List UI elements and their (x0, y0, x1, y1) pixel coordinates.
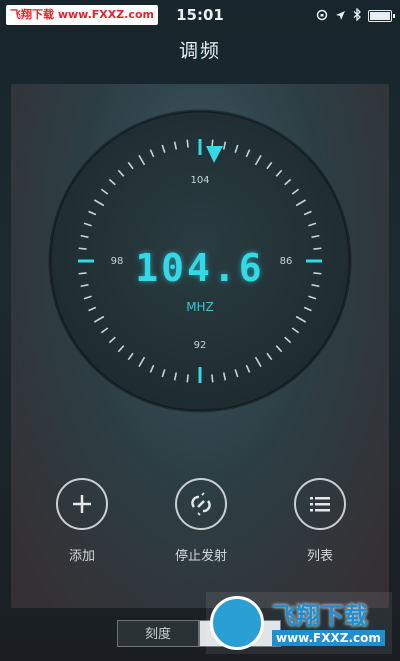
broken-link-icon (191, 492, 211, 516)
site-watermark: 飞翔下载 www.FXXZ.com (206, 592, 392, 654)
watermark-brand: 飞翔下载 (272, 602, 368, 630)
stop-transmit-label: 停止发射 (174, 549, 227, 564)
plus-icon (73, 495, 91, 513)
list-icon (310, 497, 330, 512)
list-circle[interactable] (294, 478, 346, 530)
frequency-unit: MHZ (186, 300, 214, 314)
list-button[interactable]: 列表 (280, 478, 360, 564)
dial-tick (186, 139, 189, 148)
add-label: 添加 (68, 549, 95, 564)
add-button[interactable]: 添加 (42, 478, 122, 564)
add-circle[interactable] (56, 478, 108, 530)
dial-tick (186, 374, 189, 383)
dial-label-bottom: 92 (193, 340, 207, 351)
frequency-value: 104.6 (135, 246, 265, 290)
tab-scale[interactable]: 刻度 (117, 620, 199, 647)
watermark-logo-icon (210, 596, 264, 650)
list-label: 列表 (306, 549, 333, 564)
watermark-url: www.FXXZ.com (272, 630, 385, 646)
phone-screen: 飞翔下载 www.FXXZ.com 15:01 调频 104 92 98 86 … (0, 0, 400, 661)
frequency-display: 104.6 (0, 246, 400, 290)
dial-label-top: 104 (190, 175, 210, 186)
dial-tick (211, 374, 214, 383)
stop-transmit-circle[interactable] (175, 478, 227, 530)
stop-transmit-button[interactable]: 停止发射 (161, 478, 241, 564)
